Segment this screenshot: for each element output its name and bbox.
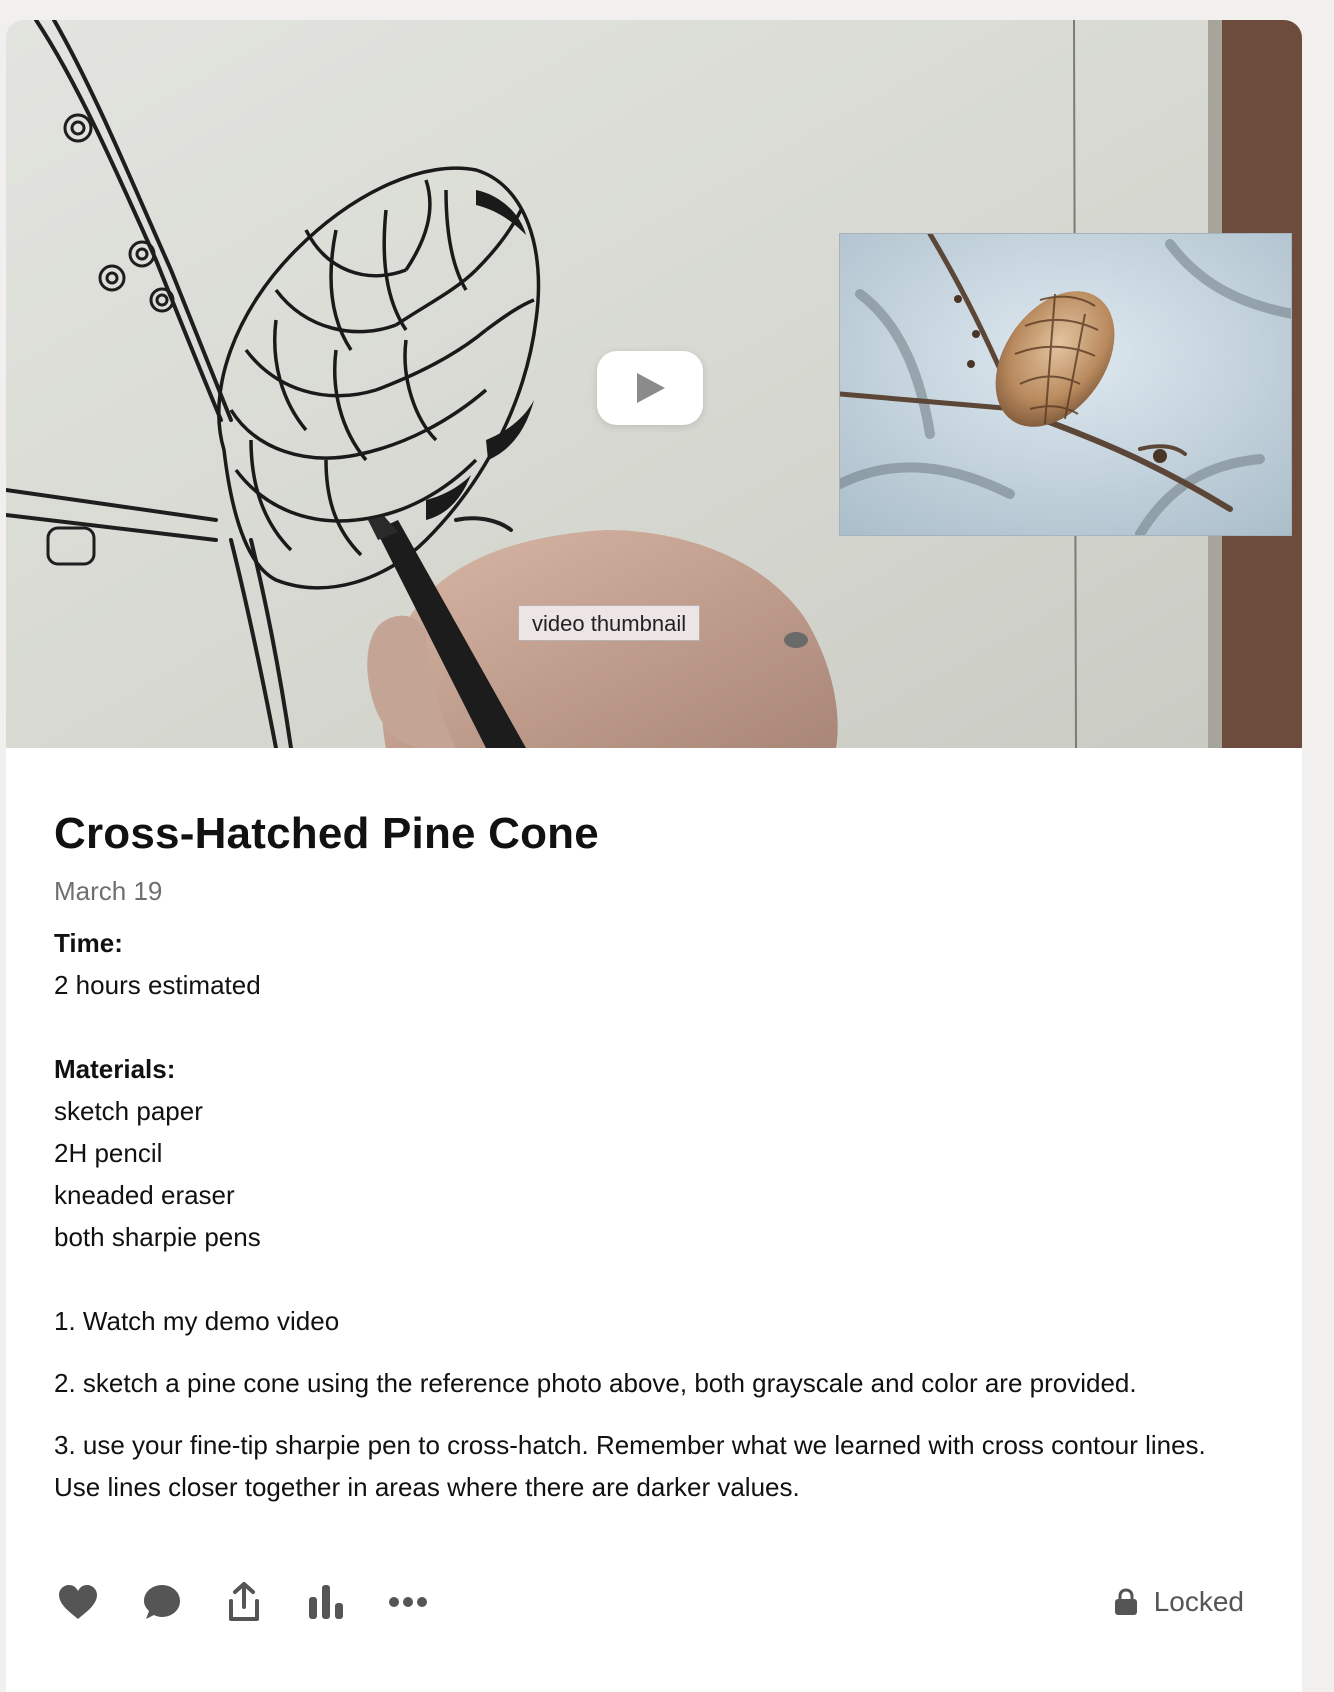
post-title[interactable]: Cross-Hatched Pine Cone: [54, 806, 1254, 862]
locked-status: Locked: [1114, 1584, 1244, 1620]
play-icon: [637, 373, 665, 403]
post-date: March 19: [54, 876, 163, 906]
comment-button[interactable]: [138, 1578, 186, 1626]
stats-button[interactable]: [302, 1578, 350, 1626]
post-card: video thumbnail Cross-Hatched Pine Cone …: [6, 20, 1302, 1692]
more-icon: [389, 1597, 427, 1607]
lock-icon: [1114, 1588, 1137, 1615]
locked-label: Locked: [1153, 1586, 1244, 1617]
post-content: Cross-Hatched Pine Cone March 19 Time: 2…: [6, 748, 1302, 1508]
time-value: 2 hours estimated: [54, 970, 261, 1000]
share-button[interactable]: [220, 1578, 268, 1626]
materials-heading: Materials:: [54, 1054, 176, 1084]
share-icon: [229, 1582, 259, 1621]
post-actions-bar: Locked: [54, 1578, 1244, 1634]
step-2: 2. sketch a pine cone using the referenc…: [54, 1368, 1137, 1398]
more-options-button[interactable]: [384, 1578, 432, 1626]
reference-photo: [839, 233, 1292, 536]
stats-icon: [309, 1585, 343, 1619]
materials-item: 2H pencil: [54, 1138, 163, 1168]
materials-item: both sharpie pens: [54, 1222, 261, 1252]
materials-item: kneaded eraser: [54, 1180, 235, 1210]
video-thumbnail[interactable]: video thumbnail: [6, 20, 1302, 748]
post-body: Time: 2 hours estimated Materials: sketc…: [54, 922, 1254, 1300]
play-button[interactable]: [597, 351, 703, 425]
step-3: 3. use your fine-tip sharpie pen to cros…: [54, 1430, 1206, 1502]
like-button[interactable]: [54, 1578, 102, 1626]
time-heading: Time:: [54, 928, 123, 958]
step-1: 1. Watch my demo video: [54, 1306, 340, 1336]
comment-icon: [144, 1585, 180, 1619]
heart-icon: [59, 1585, 97, 1619]
video-thumbnail-label: video thumbnail: [518, 605, 701, 641]
materials-item: sketch paper: [54, 1096, 203, 1126]
